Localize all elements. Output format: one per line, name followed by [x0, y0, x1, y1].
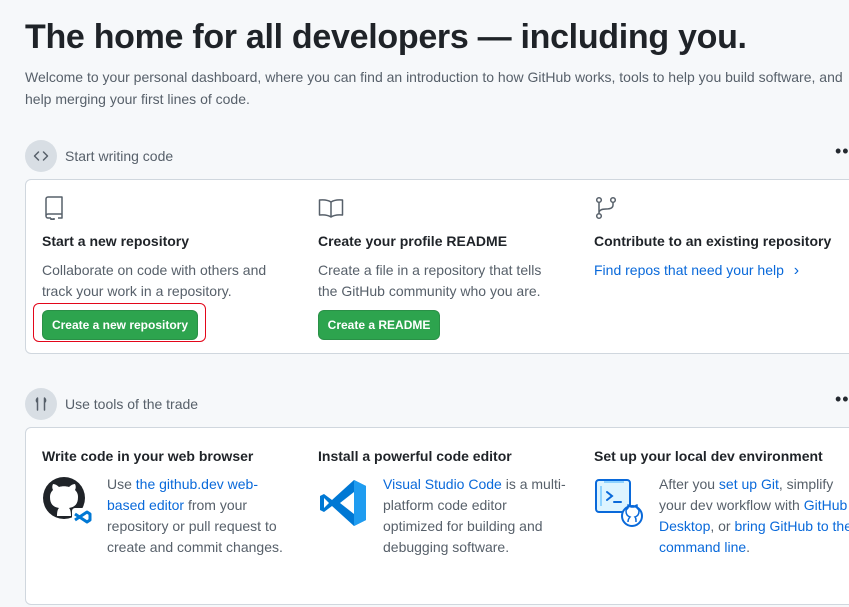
github-dev-icon	[42, 476, 94, 535]
chevron-right-icon[interactable]: ›	[794, 262, 799, 279]
tools-icon	[25, 388, 57, 420]
git-fork-icon	[594, 196, 618, 225]
set-up-git-link[interactable]: set up Git	[719, 476, 779, 492]
kebab-menu-icon[interactable]: •••	[835, 146, 849, 164]
new-repo-text: Collaborate on code with others and trac…	[42, 262, 267, 299]
contribute-link-row: Find repos that need your help ›	[594, 260, 849, 281]
section-header-start-writing-code: Start writing code •••	[25, 140, 849, 172]
kebab-menu-icon[interactable]: •••	[835, 394, 849, 412]
section-label: Use tools of the trade	[65, 396, 199, 412]
text-segment: .	[746, 539, 751, 555]
visual-studio-code-link[interactable]: Visual Studio Code	[383, 476, 502, 492]
highlight-annotation	[33, 303, 206, 342]
web-browser-title: Write code in your web browser	[42, 448, 254, 464]
book-icon	[318, 198, 344, 223]
page-description: Welcome to your personal dashboard, wher…	[25, 69, 843, 107]
profile-readme-title: Create your profile README	[318, 233, 508, 249]
code-editor-title: Install a powerful code editor	[318, 448, 512, 464]
local-dev-text: After you set up Git, simplify your dev …	[659, 474, 849, 558]
new-repo-title: Start a new repository	[42, 233, 190, 249]
section-header-use-tools: Use tools of the trade •••	[25, 388, 849, 420]
contribute-title: Contribute to an existing repository	[594, 233, 832, 249]
find-repos-link[interactable]: Find repos that need your help	[594, 262, 784, 278]
page-title: The home for all developers — including …	[25, 18, 747, 56]
text-segment: Use	[107, 476, 136, 492]
code-editor-text: Visual Studio Code is a multi-platform c…	[383, 474, 568, 558]
local-dev-title: Set up your local dev environment	[594, 448, 823, 464]
create-readme-button[interactable]: Create a README	[318, 310, 440, 340]
vscode-icon	[318, 478, 368, 533]
text-segment: , or	[710, 518, 735, 534]
code-icon	[25, 140, 57, 172]
terminal-icon	[594, 476, 644, 533]
repo-icon	[43, 196, 65, 225]
text-segment: After you	[659, 476, 719, 492]
section-label: Start writing code	[65, 148, 174, 164]
profile-readme-text: Create a file in a repository that tells…	[318, 262, 542, 299]
use-tools-card: Write code in your web browser Use the g…	[25, 427, 849, 605]
web-browser-text: Use the github.dev web-based editor from…	[107, 474, 295, 558]
